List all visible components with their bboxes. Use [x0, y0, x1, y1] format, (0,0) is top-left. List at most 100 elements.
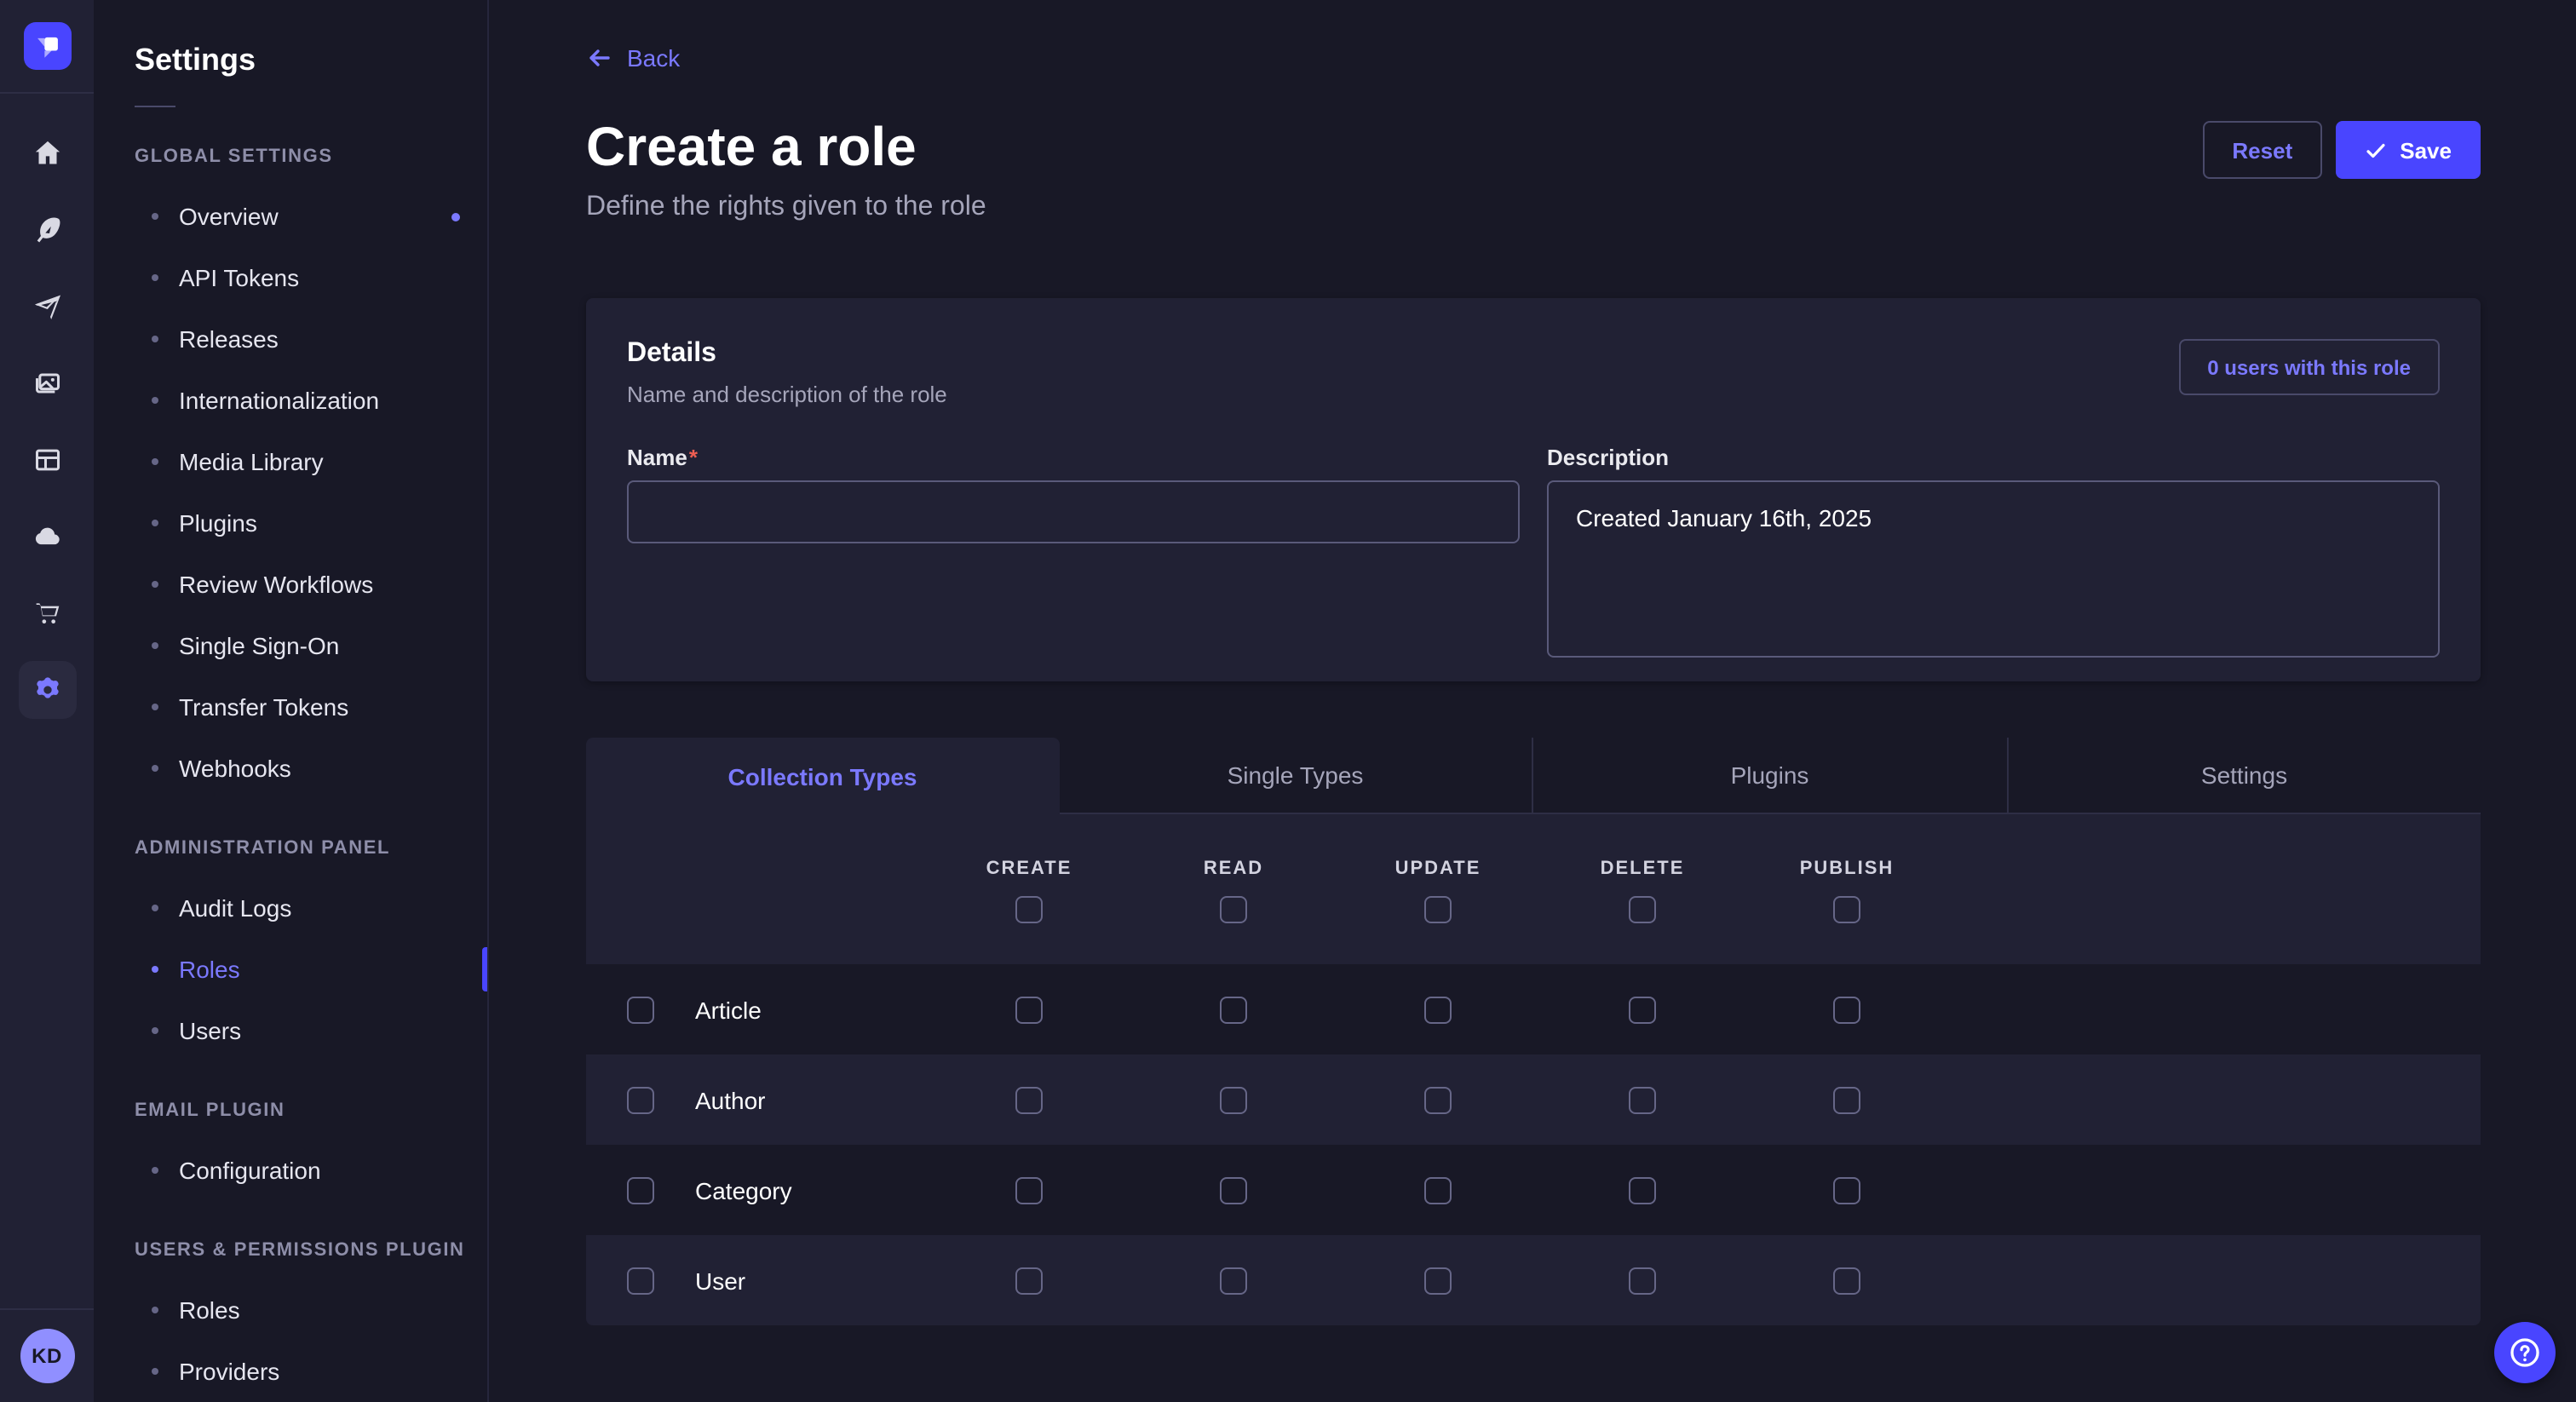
create-checkbox[interactable]: [1015, 1086, 1043, 1113]
row-select-checkbox[interactable]: [627, 1267, 654, 1294]
sidebar-item-label: Overview: [179, 203, 279, 230]
sidebar-item-providers[interactable]: Providers: [94, 1341, 487, 1402]
paper-plane-icon[interactable]: [0, 267, 94, 344]
column-publish: PUBLISH: [1745, 855, 1949, 923]
column-label-publish: PUBLISH: [1800, 859, 1895, 879]
delete-checkbox[interactable]: [1629, 1267, 1656, 1294]
sidebar-item-roles-admin[interactable]: Roles: [94, 939, 487, 1000]
sidebar-item-transfer-tokens[interactable]: Transfer Tokens: [94, 676, 487, 738]
cloud-icon[interactable]: [0, 497, 94, 574]
delete-checkbox[interactable]: [1629, 996, 1656, 1023]
update-checkbox[interactable]: [1424, 996, 1452, 1023]
row-label: User: [695, 1267, 927, 1294]
save-button[interactable]: Save: [2335, 121, 2481, 179]
sidebar-divider: [135, 106, 175, 107]
name-input[interactable]: [627, 480, 1520, 543]
description-textarea[interactable]: Created January 16th, 2025: [1547, 480, 2440, 658]
media-library-icon[interactable]: [0, 344, 94, 421]
nav-list-email-plugin: Configuration: [94, 1140, 487, 1201]
row-select-checkbox[interactable]: [627, 996, 654, 1023]
sidebar-item-roles-up[interactable]: Roles: [94, 1279, 487, 1341]
bullet-icon: [152, 581, 158, 588]
tab-collection-types[interactable]: Collection Types: [586, 738, 1059, 814]
column-read: READ: [1131, 855, 1336, 923]
sidebar-title: Settings: [135, 41, 487, 78]
sidebar-item-label: Roles: [179, 1296, 240, 1324]
main-content: Back Create a role Define the rights giv…: [489, 0, 2576, 1402]
sidebar-item-configuration[interactable]: Configuration: [94, 1140, 487, 1201]
help-button[interactable]: [2494, 1322, 2556, 1383]
sidebar-item-webhooks[interactable]: Webhooks: [94, 738, 487, 799]
column-label-delete: DELETE: [1601, 859, 1685, 879]
read-checkbox[interactable]: [1220, 1267, 1247, 1294]
publish-checkbox[interactable]: [1833, 1086, 1860, 1113]
avatar[interactable]: KD: [20, 1329, 74, 1383]
read-checkbox[interactable]: [1220, 996, 1247, 1023]
workspace-logo-box[interactable]: [0, 0, 94, 94]
sidebar-item-overview[interactable]: Overview: [94, 186, 487, 247]
update-checkbox[interactable]: [1424, 1267, 1452, 1294]
sidebar-item-api-tokens[interactable]: API Tokens: [94, 247, 487, 308]
sidebar-item-media-library[interactable]: Media Library: [94, 431, 487, 492]
bullet-icon: [152, 213, 158, 220]
sidebar-item-audit-logs[interactable]: Audit Logs: [94, 877, 487, 939]
sidebar-item-label: Single Sign-On: [179, 632, 339, 659]
sidebar-item-single-sign-on[interactable]: Single Sign-On: [94, 615, 487, 676]
gear-icon[interactable]: [0, 651, 94, 727]
tab-single-types[interactable]: Single Types: [1059, 738, 1532, 814]
arrow-left-icon: [586, 44, 613, 72]
layout-icon[interactable]: [0, 421, 94, 497]
details-card: Details Name and description of the role…: [586, 298, 2481, 681]
delete-checkbox[interactable]: [1629, 1086, 1656, 1113]
sidebar-item-label: API Tokens: [179, 264, 299, 291]
back-link[interactable]: Back: [586, 44, 680, 72]
read-checkbox[interactable]: [1220, 1176, 1247, 1204]
select-all-delete-checkbox[interactable]: [1629, 896, 1656, 923]
settings-sidebar: Settings GLOBAL SETTINGS Overview API To…: [94, 0, 489, 1402]
delete-checkbox[interactable]: [1629, 1176, 1656, 1204]
page-header-text: Create a role Define the rights given to…: [586, 118, 986, 223]
cart-icon[interactable]: [0, 574, 94, 651]
sidebar-item-review-workflows[interactable]: Review Workflows: [94, 554, 487, 615]
permissions-panel: Collection Types Single Types Plugins Se…: [586, 738, 2481, 1325]
update-checkbox[interactable]: [1424, 1086, 1452, 1113]
column-label-update: UPDATE: [1395, 859, 1481, 879]
read-checkbox[interactable]: [1220, 1086, 1247, 1113]
reset-button[interactable]: Reset: [2203, 121, 2321, 179]
home-icon[interactable]: [0, 114, 94, 191]
row-select-checkbox[interactable]: [627, 1176, 654, 1204]
select-all-read-checkbox[interactable]: [1220, 896, 1247, 923]
bullet-icon: [152, 274, 158, 281]
feather-icon[interactable]: [0, 191, 94, 267]
section-label-administration-panel: ADMINISTRATION PANEL: [135, 836, 487, 860]
tab-settings[interactable]: Settings: [2006, 738, 2481, 814]
sidebar-item-label: Users: [179, 1017, 241, 1044]
create-checkbox[interactable]: [1015, 1176, 1043, 1204]
bullet-icon: [152, 336, 158, 342]
strapi-admin-app: KD Settings GLOBAL SETTINGS Overview API…: [0, 0, 2576, 1402]
tab-plugins[interactable]: Plugins: [1532, 738, 2006, 814]
sidebar-item-label: Review Workflows: [179, 571, 373, 598]
sidebar-item-internationalization[interactable]: Internationalization: [94, 370, 487, 431]
sidebar-item-label: Transfer Tokens: [179, 693, 348, 721]
create-checkbox[interactable]: [1015, 996, 1043, 1023]
publish-checkbox[interactable]: [1833, 1267, 1860, 1294]
bullet-icon: [152, 905, 158, 911]
table-row-article: Article: [586, 964, 2481, 1054]
select-all-update-checkbox[interactable]: [1424, 896, 1452, 923]
update-checkbox[interactable]: [1424, 1176, 1452, 1204]
publish-checkbox[interactable]: [1833, 1176, 1860, 1204]
create-checkbox[interactable]: [1015, 1267, 1043, 1294]
select-all-create-checkbox[interactable]: [1015, 896, 1043, 923]
users-with-role-button[interactable]: 0 users with this role: [2178, 339, 2440, 395]
row-label: Category: [695, 1176, 927, 1204]
select-all-publish-checkbox[interactable]: [1833, 896, 1860, 923]
sidebar-item-users[interactable]: Users: [94, 1000, 487, 1061]
publish-checkbox[interactable]: [1833, 996, 1860, 1023]
strapi-logo: [23, 22, 71, 70]
column-label-create: CREATE: [986, 859, 1072, 879]
row-select-checkbox[interactable]: [627, 1086, 654, 1113]
sidebar-item-releases[interactable]: Releases: [94, 308, 487, 370]
sidebar-item-plugins[interactable]: Plugins: [94, 492, 487, 554]
question-mark-icon: [2506, 1334, 2544, 1371]
